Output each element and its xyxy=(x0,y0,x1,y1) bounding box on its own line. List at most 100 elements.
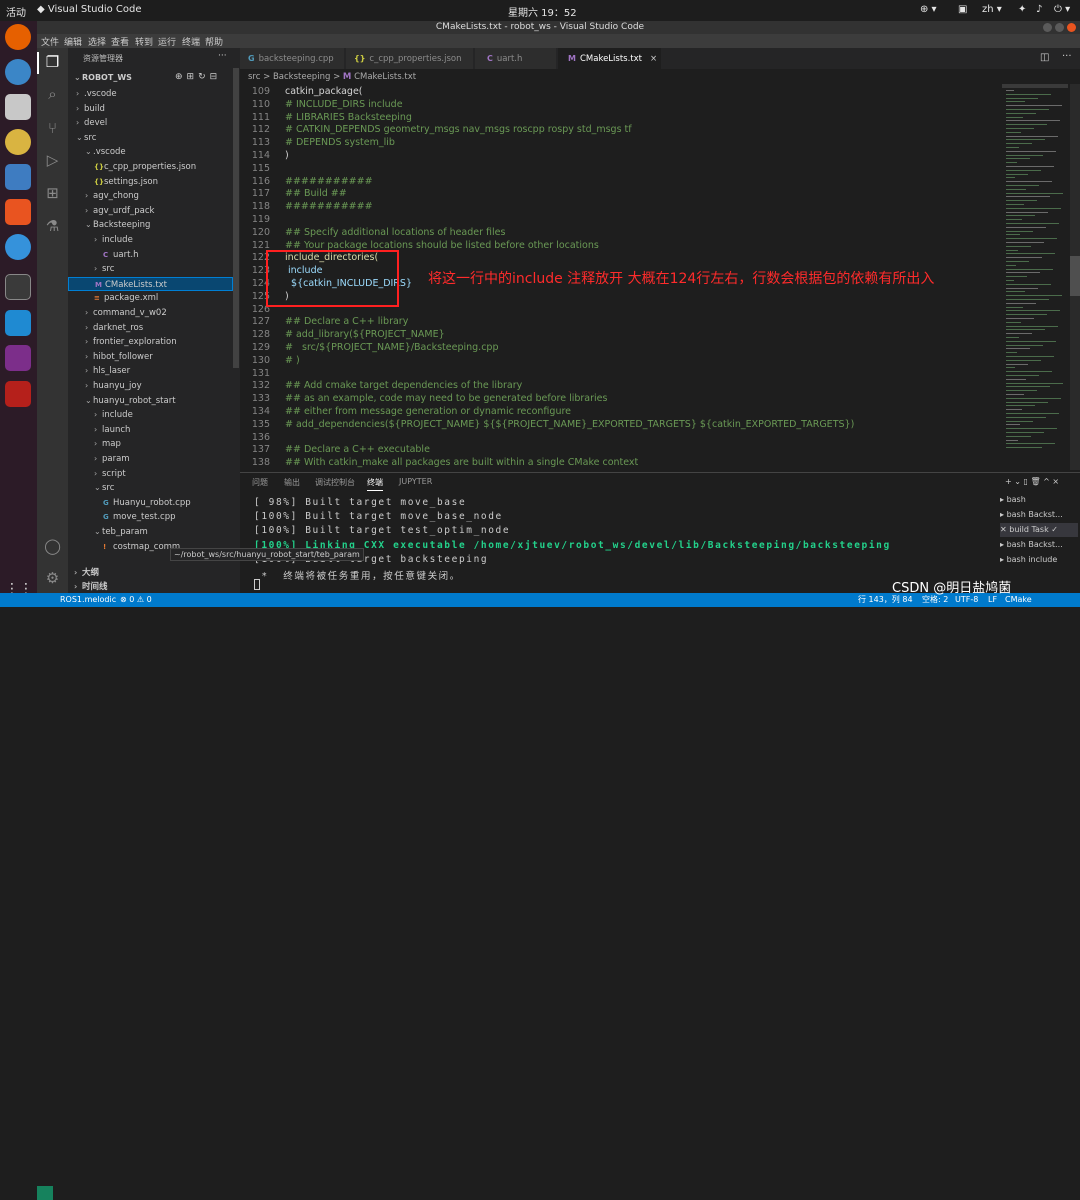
code-line[interactable]: catkin_package( xyxy=(285,86,363,97)
menu-select[interactable]: 选择 xyxy=(88,35,106,48)
file-item[interactable]: {}c_cpp_properties.json xyxy=(68,160,233,174)
folder-item[interactable]: › include xyxy=(68,233,233,247)
menu-view[interactable]: 查看 xyxy=(111,35,129,48)
close-tab-icon[interactable]: × xyxy=(650,54,657,64)
minimap[interactable] xyxy=(1002,84,1068,470)
power-icon[interactable]: ⏻ ▾ xyxy=(1054,4,1070,15)
camera-icon[interactable]: ▣ xyxy=(958,4,967,15)
code-line[interactable]: # LIBRARIES Backsteeping xyxy=(285,112,412,123)
folder-item[interactable]: ⌄Backsteeping xyxy=(68,218,233,232)
menu-run[interactable]: 运行 xyxy=(158,35,176,48)
code-line[interactable]: ## Declare a C++ executable xyxy=(285,444,430,455)
file-item[interactable]: Cuart.h xyxy=(68,248,233,262)
folder-item[interactable]: › include xyxy=(68,408,233,422)
screen-recorder-icon[interactable] xyxy=(5,381,31,407)
terminal-instance[interactable]: ▸ bash Backst... xyxy=(1000,538,1078,552)
code-line[interactable]: ## With catkin_make all packages are bui… xyxy=(285,457,638,468)
problems-count[interactable]: ⊗ 0 ⚠ 0 xyxy=(120,593,152,607)
file-item[interactable]: {}settings.json xyxy=(68,175,233,189)
code-line[interactable]: ## Add cmake target dependencies of the … xyxy=(285,380,522,391)
editor-more-icon[interactable]: ··· xyxy=(1062,51,1072,62)
menu-edit[interactable]: 编辑 xyxy=(64,35,82,48)
explorer-icon[interactable]: ❐ xyxy=(44,54,61,71)
minimap-viewport[interactable] xyxy=(1002,84,1068,88)
close-window-button[interactable] xyxy=(1067,23,1076,32)
folder-item[interactable]: › devel xyxy=(68,116,233,130)
folder-item[interactable]: › agv_chong xyxy=(68,189,233,203)
media-player-icon[interactable] xyxy=(5,345,31,371)
folder-item[interactable]: ⌄src xyxy=(68,481,233,495)
network-icon[interactable]: ⊕ ▾ xyxy=(920,4,937,15)
more-actions-icon[interactable]: ··· xyxy=(218,51,227,61)
code-line[interactable]: # src/${PROJECT_NAME}/Backsteeping.cpp xyxy=(285,342,498,353)
code-line[interactable]: ## Your package locations should be list… xyxy=(285,240,599,251)
vscode-icon[interactable] xyxy=(5,310,31,336)
tab-problems[interactable]: 问题 xyxy=(252,477,268,488)
maximize-button[interactable] xyxy=(1055,23,1064,32)
folder-item[interactable]: › .vscode xyxy=(68,87,233,101)
breadcrumb-backsteeping[interactable]: Backsteeping xyxy=(273,72,330,82)
source-control-icon[interactable]: ⑂ xyxy=(44,120,61,137)
ros-distro[interactable]: ROS1.melodic xyxy=(60,593,116,607)
terminal-instance[interactable]: ✕ build Task ✓ xyxy=(1000,523,1078,537)
folder-item[interactable]: › src xyxy=(68,262,233,276)
code-line[interactable]: ########### xyxy=(285,176,373,187)
tab-cmakelists[interactable]: M CMakeLists.txt × xyxy=(558,48,662,69)
code-line[interactable]: ## Specify additional locations of heade… xyxy=(285,227,505,238)
folder-item[interactable]: › launch xyxy=(68,423,233,437)
tab-backsteeping-cpp[interactable]: Gbacksteeping.cpp xyxy=(240,48,345,69)
code-line[interactable]: # CATKIN_DEPENDS geometry_msgs nav_msgs … xyxy=(285,124,632,135)
breadcrumb-src[interactable]: src xyxy=(248,72,260,82)
tab-debug-console[interactable]: 调试控制台 xyxy=(315,477,355,488)
wifi-icon[interactable]: ✦ xyxy=(1018,4,1026,15)
activities-button[interactable]: 活动 xyxy=(6,4,26,19)
folder-item[interactable]: › darknet_ros xyxy=(68,321,233,335)
menu-file[interactable]: 文件 xyxy=(41,35,59,48)
tab-uart-h[interactable]: Cuart.h xyxy=(475,48,557,69)
tab-terminal[interactable]: 终端 xyxy=(367,477,383,491)
menu-terminal[interactable]: 终端 xyxy=(182,35,200,48)
clock[interactable]: 星期六 19：52 xyxy=(508,4,577,19)
folder-item[interactable]: › param xyxy=(68,452,233,466)
folder-item[interactable]: ⌄teb_param xyxy=(68,525,233,539)
outline-section[interactable]: › 大纲 xyxy=(74,566,239,580)
minimize-button[interactable] xyxy=(1043,23,1052,32)
code-line[interactable]: # INCLUDE_DIRS include xyxy=(285,99,403,110)
extensions-icon[interactable]: ⊞ xyxy=(44,185,61,202)
tab-output[interactable]: 输出 xyxy=(284,477,300,488)
writer-icon[interactable] xyxy=(5,164,31,190)
folder-item[interactable]: ⌄.vscode xyxy=(68,145,233,159)
rhythmbox-icon[interactable] xyxy=(5,129,31,155)
code-line[interactable]: ## either from message generation or dyn… xyxy=(285,406,571,417)
split-editor-icon[interactable]: ◫ xyxy=(1040,52,1049,63)
tab-jupyter[interactable]: JUPYTER xyxy=(399,477,432,486)
folder-item[interactable]: ⌄src xyxy=(68,131,233,145)
remote-indicator[interactable] xyxy=(37,1186,53,1200)
folder-item[interactable]: › frontier_exploration xyxy=(68,335,233,349)
sidebar-scrollbar[interactable] xyxy=(233,68,239,368)
code-line[interactable]: # add_library(${PROJECT_NAME} xyxy=(285,329,445,340)
code-line[interactable]: # DEPENDS system_lib xyxy=(285,137,395,148)
workspace-root[interactable]: ⌄ROBOT_WS xyxy=(74,73,132,82)
folder-item[interactable]: › hls_laser xyxy=(68,364,233,378)
folder-item[interactable]: › huanyu_joy xyxy=(68,379,233,393)
terminal-instance[interactable]: ▸ bash include xyxy=(1000,553,1078,567)
code-line[interactable]: # ) xyxy=(285,355,300,366)
tab-c-cpp-properties[interactable]: {} c_cpp_properties.json xyxy=(346,48,474,69)
folder-item[interactable]: › command_v_w02 xyxy=(68,306,233,320)
code-line[interactable]: ########### xyxy=(285,201,373,212)
help-icon[interactable] xyxy=(5,234,31,260)
file-item[interactable]: G Huanyu_robot.cpp xyxy=(68,496,233,510)
file-item[interactable]: ≡ package.xml xyxy=(68,291,233,305)
terminal-instance[interactable]: ▸ bash xyxy=(1000,493,1078,507)
folder-item[interactable]: › hibot_follower xyxy=(68,350,233,364)
search-icon[interactable]: ⌕ xyxy=(44,86,61,103)
panel-actions[interactable]: + ⌄ ▯ 🗑 ^ × xyxy=(1005,477,1059,486)
menu-help[interactable]: 帮助 xyxy=(205,35,223,48)
code-line[interactable]: ) xyxy=(285,150,289,161)
terminal-icon[interactable] xyxy=(5,274,31,300)
code-line[interactable]: ## as an example, code may need to be ge… xyxy=(285,393,607,404)
explorer-actions[interactable]: ⊕⊞↻⊟ xyxy=(175,72,221,82)
files-icon[interactable] xyxy=(5,94,31,120)
folder-item[interactable]: › build xyxy=(68,102,233,116)
